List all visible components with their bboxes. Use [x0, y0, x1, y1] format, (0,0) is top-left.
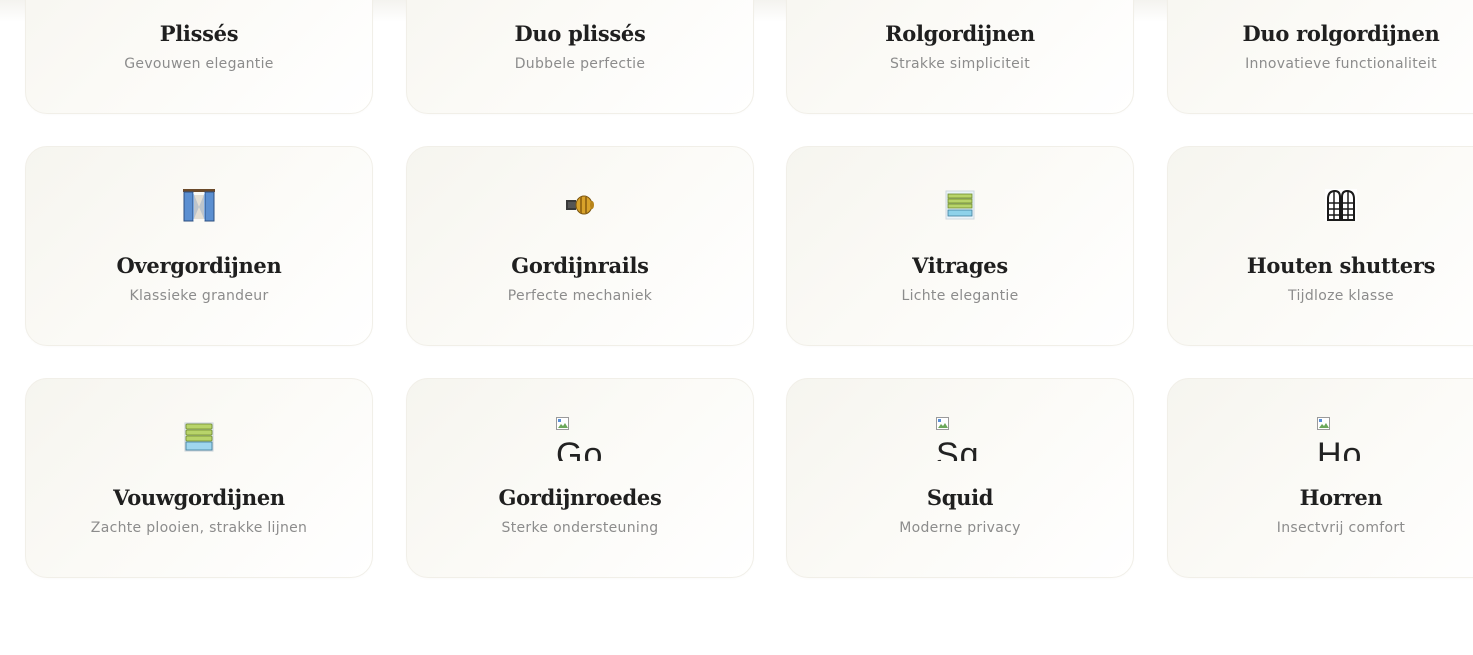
broken-image-icon: Sq: [936, 417, 986, 461]
card-title: Plissés: [159, 21, 239, 46]
card-title: Rolgordijnen: [885, 21, 1035, 46]
curtains-icon: [181, 187, 217, 223]
product-category-grid: Plissés Gevouwen elegantie Duo plissés D…: [0, 0, 1473, 655]
card-title: Gordijnrails: [511, 253, 649, 278]
card-subtitle: Zachte plooien, strakke lijnen: [90, 520, 308, 536]
category-card-overgordijnen[interactable]: Overgordijnen Klassieke grandeur: [25, 146, 373, 346]
card-title: Horren: [1299, 485, 1383, 510]
card-subtitle: Sterke ondersteuning: [501, 520, 659, 536]
card-subtitle: Gevouwen elegantie: [124, 56, 274, 72]
card-title: Duo rolgordijnen: [1242, 21, 1440, 46]
card-subtitle: Insectvrij comfort: [1276, 520, 1406, 536]
card-title: Overgordijnen: [116, 253, 282, 278]
card-subtitle: Innovatieve functionaliteit: [1245, 56, 1437, 72]
category-card-gordijnrails[interactable]: Gordijnrails Perfecte mechaniek: [406, 146, 754, 346]
card-subtitle: Moderne privacy: [899, 520, 1021, 536]
card-title: Gordijnroedes: [498, 485, 662, 510]
broken-image-icon: Go: [556, 417, 606, 461]
card-title: Houten shutters: [1246, 253, 1436, 278]
category-card-squid[interactable]: Sq Squid Moderne privacy: [786, 378, 1134, 578]
image-alt-text: Sq: [936, 436, 980, 461]
category-card-houten-shutters[interactable]: Houten shutters Tijdloze klasse: [1167, 146, 1473, 346]
card-title: Squid: [926, 485, 994, 510]
card-subtitle: Klassieke grandeur: [129, 288, 269, 304]
card-subtitle: Perfecte mechaniek: [507, 288, 653, 304]
card-subtitle: Lichte elegantie: [901, 288, 1019, 304]
card-title: Duo plissés: [514, 21, 646, 46]
curtain-rail-icon: [562, 187, 598, 223]
category-card-vitrages[interactable]: Vitrages Lichte elegantie: [786, 146, 1134, 346]
roman-blind-icon: [181, 419, 217, 455]
category-card-horren[interactable]: Ho Horren Insectvrij comfort: [1167, 378, 1473, 578]
card-subtitle: Tijdloze klasse: [1288, 288, 1394, 304]
image-alt-text: Ho: [1317, 436, 1363, 461]
card-subtitle: Dubbele perfectie: [514, 56, 646, 72]
image-alt-text: Go: [556, 436, 604, 461]
category-card-plisses[interactable]: Plissés Gevouwen elegantie: [25, 0, 373, 114]
broken-image-icon: Ho: [1317, 417, 1367, 461]
card-subtitle: Strakke simpliciteit: [889, 56, 1031, 72]
card-title: Vitrages: [912, 253, 1008, 278]
category-card-gordijnroedes[interactable]: Go Gordijnroedes Sterke ondersteuning: [406, 378, 754, 578]
category-card-rolgordijnen[interactable]: Rolgordijnen Strakke simpliciteit: [786, 0, 1134, 114]
category-card-duo-plisses[interactable]: Duo plissés Dubbele perfectie: [406, 0, 754, 114]
window-blind-icon: [942, 187, 978, 223]
category-card-vouwgordijnen[interactable]: Vouwgordijnen Zachte plooien, strakke li…: [25, 378, 373, 578]
shutters-icon: [1323, 187, 1359, 223]
category-card-duo-rolgordijnen[interactable]: Duo rolgordijnen Innovatieve functionali…: [1167, 0, 1473, 114]
card-title: Vouwgordijnen: [113, 485, 285, 510]
